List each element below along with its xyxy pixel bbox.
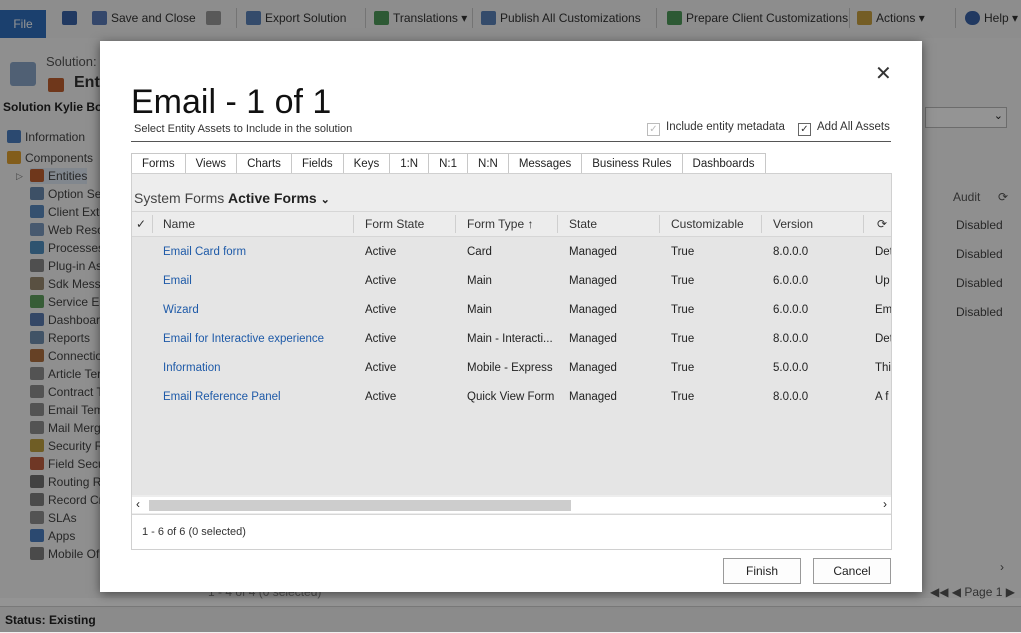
cell-type: Mobile - Express — [467, 362, 553, 374]
column-header-form-state[interactable]: Form State — [365, 217, 424, 231]
select-all-checkmark-icon[interactable]: ✓ — [136, 217, 146, 231]
cell-state-form: Active — [365, 304, 397, 316]
column-header-name[interactable]: Name — [163, 217, 195, 231]
table-row[interactable]: Wizard Active Main Managed True 6.0.0.0 Em — [132, 297, 891, 326]
cell-state-form: Active — [365, 391, 397, 403]
cell-name[interactable]: Email Card form — [163, 246, 348, 258]
grid-footer: 1 - 6 of 6 (0 selected) — [132, 514, 891, 549]
cell-state: Managed — [569, 362, 617, 374]
cell-version: 8.0.0.0 — [773, 391, 809, 403]
add-all-assets-option[interactable]: ✓ Add All Assets — [798, 121, 890, 136]
cell-customizable: True — [671, 391, 695, 403]
dialog-title: Email - 1 of 1 — [131, 83, 332, 121]
cell-customizable: True — [671, 362, 695, 374]
include-metadata-checkbox[interactable]: ✓ — [647, 123, 660, 136]
cell-version: 5.0.0.0 — [773, 362, 809, 374]
table-row[interactable]: Email Reference Panel Active Quick View Fo… — [132, 384, 891, 413]
column-divider — [659, 215, 660, 233]
record-count: 1 - 6 of 6 (0 selected) — [142, 526, 246, 538]
select-assets-dialog: ✕ Email - 1 of 1 Select Entity Assets to… — [100, 41, 922, 592]
tab-keys[interactable]: Keys — [343, 153, 391, 175]
cell-state: Managed — [569, 275, 617, 287]
view-selector[interactable]: Active Forms ⌄ — [228, 190, 330, 206]
cell-desc: Thi — [875, 362, 891, 374]
cell-state: Managed — [569, 246, 617, 258]
scroll-right-icon[interactable]: › — [883, 497, 887, 511]
column-header-version[interactable]: Version — [773, 217, 813, 231]
finish-button[interactable]: Finish — [723, 558, 801, 584]
tab-n-n[interactable]: N:N — [468, 153, 509, 175]
column-divider — [353, 215, 354, 233]
cell-type: Quick View Form — [467, 391, 555, 403]
grid-header: ✓ Name Form State Form Type ↑ State Cust… — [132, 212, 891, 237]
horizontal-scrollbar[interactable]: ‹ › — [132, 497, 891, 513]
tab-1-n[interactable]: 1:N — [390, 153, 430, 175]
cell-version: 6.0.0.0 — [773, 304, 809, 316]
tab-charts[interactable]: Charts — [237, 153, 292, 175]
cell-desc: Up — [875, 275, 890, 287]
cell-state-form: Active — [365, 362, 397, 374]
close-icon[interactable]: ✕ — [875, 61, 892, 86]
cell-name[interactable]: Email — [163, 275, 348, 287]
cell-type: Main — [467, 275, 492, 287]
refresh-icon[interactable]: ⟳ — [877, 217, 887, 231]
tab-views[interactable]: Views — [185, 153, 238, 175]
tab-messages[interactable]: Messages — [508, 153, 583, 175]
table-row[interactable]: Email Card form Active Card Managed True 8.0.… — [132, 239, 891, 268]
tab-fields[interactable]: Fields — [291, 153, 344, 175]
table-row[interactable]: Email for Interactive experience Active Ma… — [132, 326, 891, 355]
cancel-button[interactable]: Cancel — [813, 558, 891, 584]
cell-type: Main - Interacti... — [467, 333, 553, 345]
chevron-down-icon: ⌄ — [320, 194, 330, 206]
column-divider — [557, 215, 558, 233]
forms-grid: ✓ Name Form State Form Type ↑ State Cust… — [132, 211, 891, 495]
cell-state: Managed — [569, 304, 617, 316]
view-label: System Forms — [134, 190, 225, 206]
cell-name[interactable]: Information — [163, 362, 348, 374]
cell-state-form: Active — [365, 246, 397, 258]
tab-dashboards[interactable]: Dashboards — [682, 153, 766, 175]
cell-type: Card — [467, 246, 492, 258]
sort-ascending-icon: ↑ — [527, 217, 534, 231]
column-divider — [455, 215, 456, 233]
cell-state-form: Active — [365, 333, 397, 345]
cell-state: Managed — [569, 333, 617, 345]
dialog-subtitle: Select Entity Assets to Include in the s… — [134, 123, 353, 135]
cell-type: Main — [467, 304, 492, 316]
tab-n-1[interactable]: N:1 — [429, 153, 469, 175]
table-row[interactable]: Email Active Main Managed True 6.0.0.0 Up — [132, 268, 891, 297]
column-divider — [152, 215, 153, 233]
cell-version: 8.0.0.0 — [773, 333, 809, 345]
column-divider — [863, 215, 864, 233]
cell-desc: Em — [875, 304, 891, 316]
cell-desc: A f — [875, 391, 889, 403]
scrollbar-thumb[interactable] — [149, 500, 571, 511]
title-divider — [131, 141, 891, 142]
include-metadata-option[interactable]: ✓ Include entity metadata — [647, 121, 785, 136]
column-divider — [761, 215, 762, 233]
cell-name[interactable]: Email for Interactive experience — [163, 333, 348, 345]
forms-panel: System Forms Active Forms ⌄ ✓ Name Form … — [131, 173, 892, 550]
cell-desc: Det — [875, 246, 891, 258]
cell-desc: Det — [875, 333, 891, 345]
cell-version: 6.0.0.0 — [773, 275, 809, 287]
cell-customizable: True — [671, 246, 695, 258]
cell-customizable: True — [671, 333, 695, 345]
cell-state: Managed — [569, 391, 617, 403]
column-header-customizable[interactable]: Customizable — [671, 217, 744, 231]
column-header-form-type[interactable]: Form Type ↑ — [467, 217, 533, 231]
cell-name[interactable]: Email Reference Panel — [163, 391, 348, 403]
tab-business-rules[interactable]: Business Rules — [582, 153, 683, 175]
column-header-state[interactable]: State — [569, 217, 597, 231]
add-all-assets-checkbox[interactable]: ✓ — [798, 123, 811, 136]
asset-tabs: Forms Views Charts Fields Keys 1:N N:1 N:N Messa… — [131, 153, 766, 175]
table-row[interactable]: Information Active Mobile - Express Managed… — [132, 355, 891, 384]
tab-forms[interactable]: Forms — [131, 153, 186, 175]
cell-version: 8.0.0.0 — [773, 246, 809, 258]
cell-customizable: True — [671, 304, 695, 316]
cell-name[interactable]: Wizard — [163, 304, 348, 316]
cell-customizable: True — [671, 275, 695, 287]
cell-state-form: Active — [365, 275, 397, 287]
scroll-left-icon[interactable]: ‹ — [136, 497, 140, 511]
